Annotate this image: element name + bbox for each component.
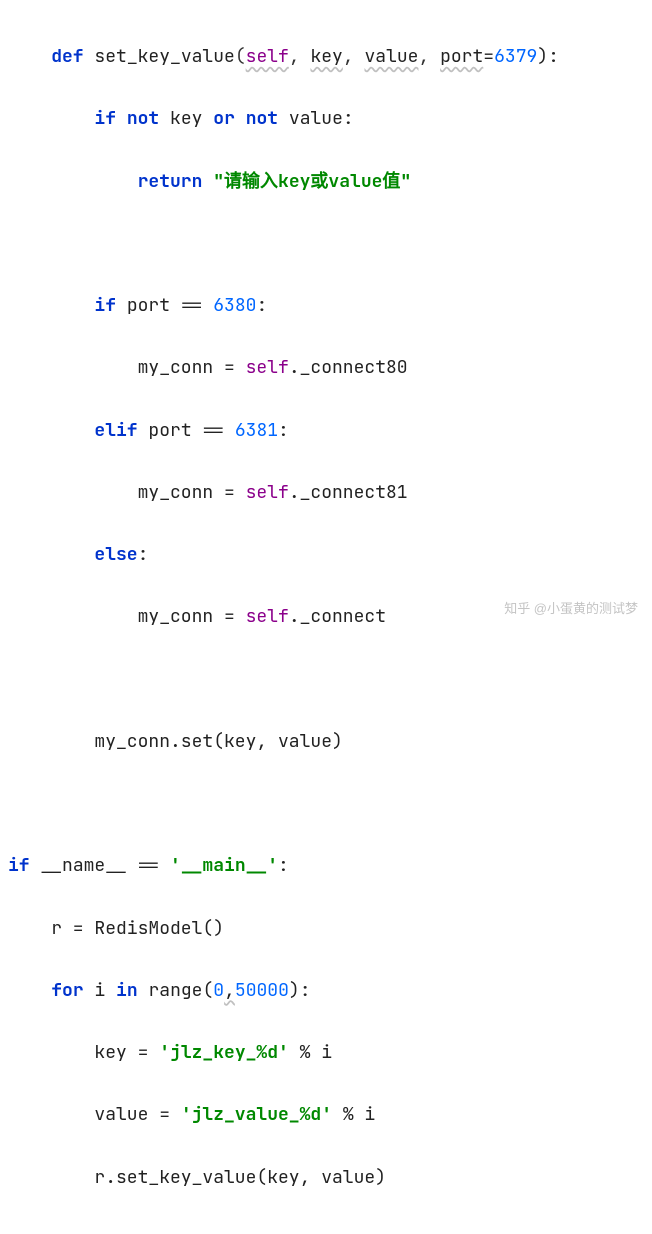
- self-ref: self: [246, 605, 289, 628]
- keyword-for: for: [51, 979, 83, 1002]
- literal-6379: 6379: [494, 45, 537, 68]
- keyword-not: not: [127, 107, 159, 130]
- code-line-6: elif port == 6381:: [8, 415, 644, 446]
- assign-key: key =: [94, 1041, 159, 1064]
- code-line-14: key = 'jlz_key_%d' % i: [8, 1037, 644, 1068]
- var-i: i: [94, 979, 105, 1002]
- code-line-16: r.set_key_value(key, value): [8, 1162, 644, 1193]
- param-key: key: [310, 45, 342, 68]
- func-name: set_key_value: [94, 45, 234, 68]
- code-line-11: if __name__ == '__main__':: [8, 850, 644, 881]
- code-line-blank-3: [8, 788, 644, 819]
- param-self: self: [246, 45, 289, 68]
- eq: ==: [127, 854, 170, 877]
- string-jlzkey: 'jlz_key_%d': [159, 1041, 289, 1064]
- expr-port: port ==: [127, 294, 203, 317]
- attr-connect: ._connect: [289, 605, 386, 628]
- var-value: value:: [289, 107, 354, 130]
- assign-value: value =: [94, 1103, 180, 1126]
- equals: =: [483, 45, 494, 68]
- dunder-name: __name__: [40, 854, 126, 877]
- comma: ,: [224, 979, 235, 1002]
- keyword-not: not: [246, 107, 278, 130]
- string-literal: "请输入key或value值": [213, 170, 411, 193]
- colon: :: [278, 419, 289, 442]
- code-line-2: if not key or not value:: [8, 103, 644, 134]
- code-line-4: if port == 6380:: [8, 290, 644, 321]
- assign-r: r = RedisModel(): [51, 917, 224, 940]
- keyword-in: in: [116, 979, 138, 1002]
- code-line-10: my_conn.set(key, value): [8, 726, 644, 757]
- literal-50000: 50000: [235, 979, 289, 1002]
- code-line-15: value = 'jlz_value_%d' % i: [8, 1099, 644, 1130]
- literal-6380: 6380: [213, 294, 256, 317]
- code-line-13: for i in range(0,50000):: [8, 975, 644, 1006]
- code-line-5: my_conn = self._connect80: [8, 352, 644, 383]
- paren-colon: ):: [537, 45, 559, 68]
- keyword-elif: elif: [94, 419, 137, 442]
- code-line-12: r = RedisModel(): [8, 913, 644, 944]
- colon: :: [278, 854, 289, 877]
- colon: :: [138, 543, 149, 566]
- range-open: range(: [148, 979, 213, 1002]
- colon: :: [256, 294, 267, 317]
- attr-connect80: ._connect80: [289, 356, 408, 379]
- call-set: my_conn.set(key, value): [94, 730, 342, 753]
- code-line-7: my_conn = self._connect81: [8, 477, 644, 508]
- expr-port: port ==: [148, 419, 224, 442]
- assign-myconn: my_conn =: [138, 605, 246, 628]
- literal-0: 0: [213, 979, 224, 1002]
- code-line-blank-2: [8, 664, 644, 695]
- range-close: ):: [289, 979, 311, 1002]
- param-value: value: [364, 45, 418, 68]
- literal-6381: 6381: [235, 419, 278, 442]
- self-ref: self: [246, 481, 289, 504]
- string-main: '__main__': [170, 854, 278, 877]
- keyword-if: if: [94, 294, 116, 317]
- var-key: key: [170, 107, 202, 130]
- watermark-text: 知乎 @小蛋黄的测试梦: [504, 598, 638, 620]
- string-jlzvalue: 'jlz_value_%d': [181, 1103, 332, 1126]
- keyword-else: else: [94, 543, 137, 566]
- fmt-i: % i: [289, 1041, 332, 1064]
- fmt-i: % i: [332, 1103, 375, 1126]
- param-port: port: [440, 45, 483, 68]
- assign-myconn: my_conn =: [138, 356, 246, 379]
- call-setkv: r.set_key_value(key, value): [94, 1166, 386, 1189]
- keyword-or: or: [213, 107, 235, 130]
- attr-connect81: ._connect81: [289, 481, 408, 504]
- keyword-if: if: [94, 107, 116, 130]
- keyword-return: return: [138, 170, 203, 193]
- code-line-1: def set_key_value(self, key, value, port…: [8, 41, 644, 72]
- keyword-if: if: [8, 854, 30, 877]
- self-ref: self: [246, 356, 289, 379]
- code-line-8: else:: [8, 539, 644, 570]
- keyword-def: def: [51, 45, 83, 68]
- assign-myconn: my_conn =: [138, 481, 246, 504]
- code-line-3: return "请输入key或value值": [8, 166, 644, 197]
- code-line-blank-1: [8, 228, 644, 259]
